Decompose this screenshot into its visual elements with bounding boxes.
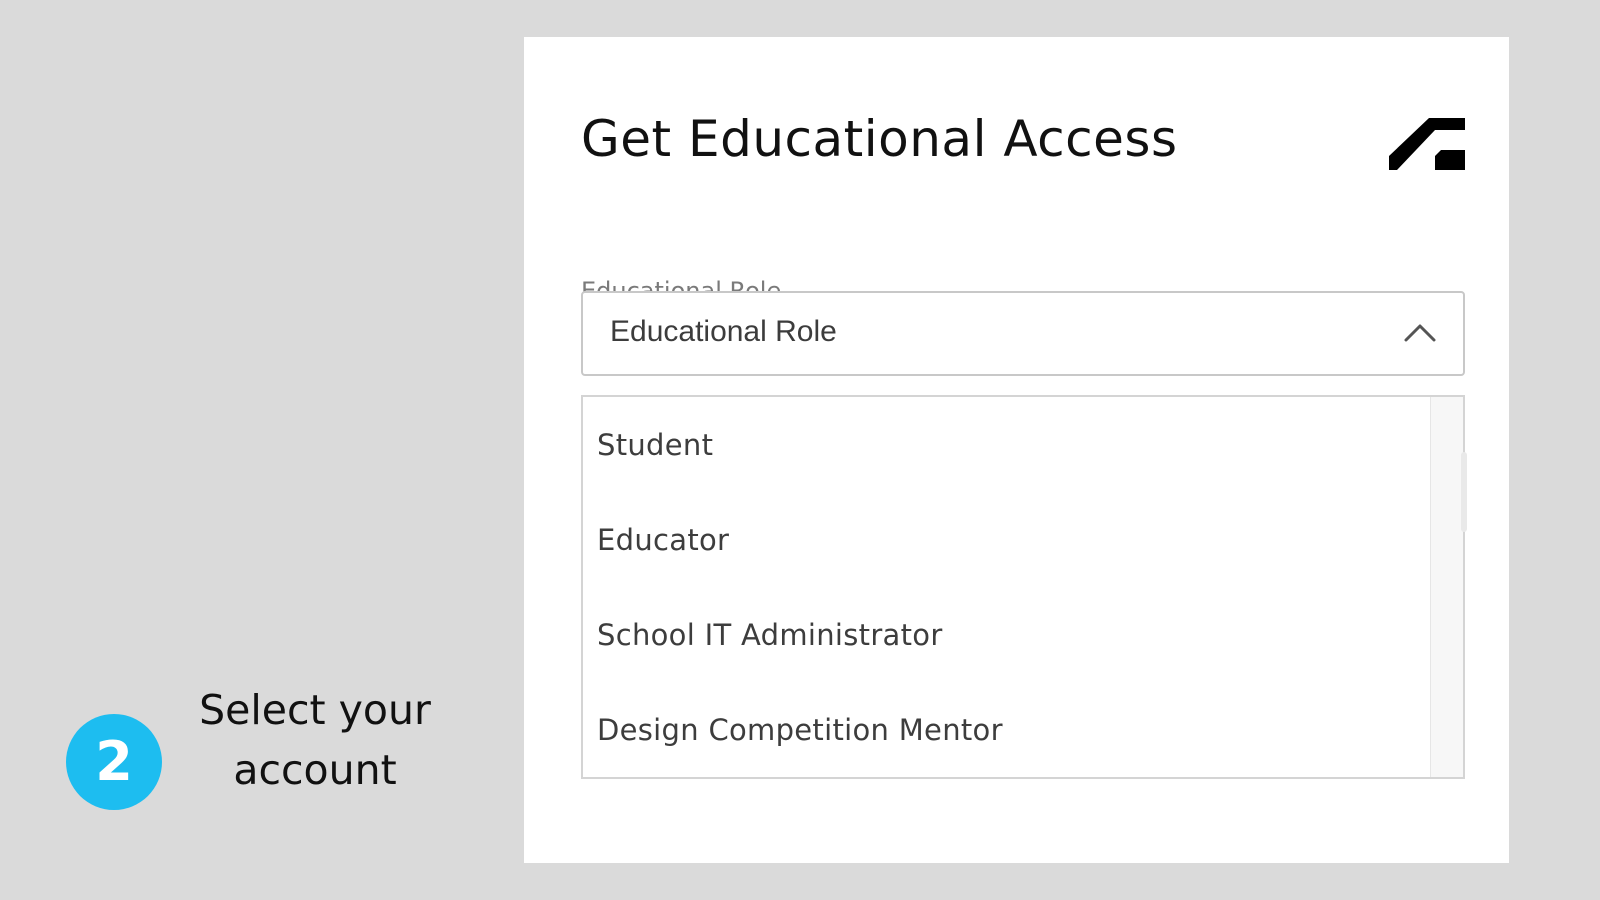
autodesk-logo	[1389, 118, 1465, 170]
select-current-value: Educational Role	[610, 315, 837, 348]
page-title: Get Educational Access	[581, 110, 1178, 168]
educational-role-select[interactable]: Educational Role	[581, 291, 1465, 376]
option-student[interactable]: Student	[597, 397, 713, 492]
step-number: 2	[95, 730, 133, 793]
options-scrollbar-thumb[interactable]	[1461, 452, 1467, 532]
option-design-competition-mentor[interactable]: Design Competition Mentor	[597, 682, 1003, 777]
step-number-badge: 2	[66, 714, 162, 810]
educational-access-card: Get Educational Access Educational Role …	[524, 37, 1509, 863]
options-scrollbar[interactable]	[1430, 397, 1463, 777]
step-instruction-line-1: Select your	[199, 686, 431, 734]
option-school-it-administrator[interactable]: School IT Administrator	[597, 587, 943, 682]
educational-role-options: Student Educator School IT Administrator…	[581, 395, 1467, 779]
chevron-up-icon	[1404, 324, 1436, 342]
step-instruction: Select your account	[180, 680, 450, 800]
option-educator[interactable]: Educator	[597, 492, 729, 587]
step-instruction-line-2: account	[233, 746, 397, 794]
